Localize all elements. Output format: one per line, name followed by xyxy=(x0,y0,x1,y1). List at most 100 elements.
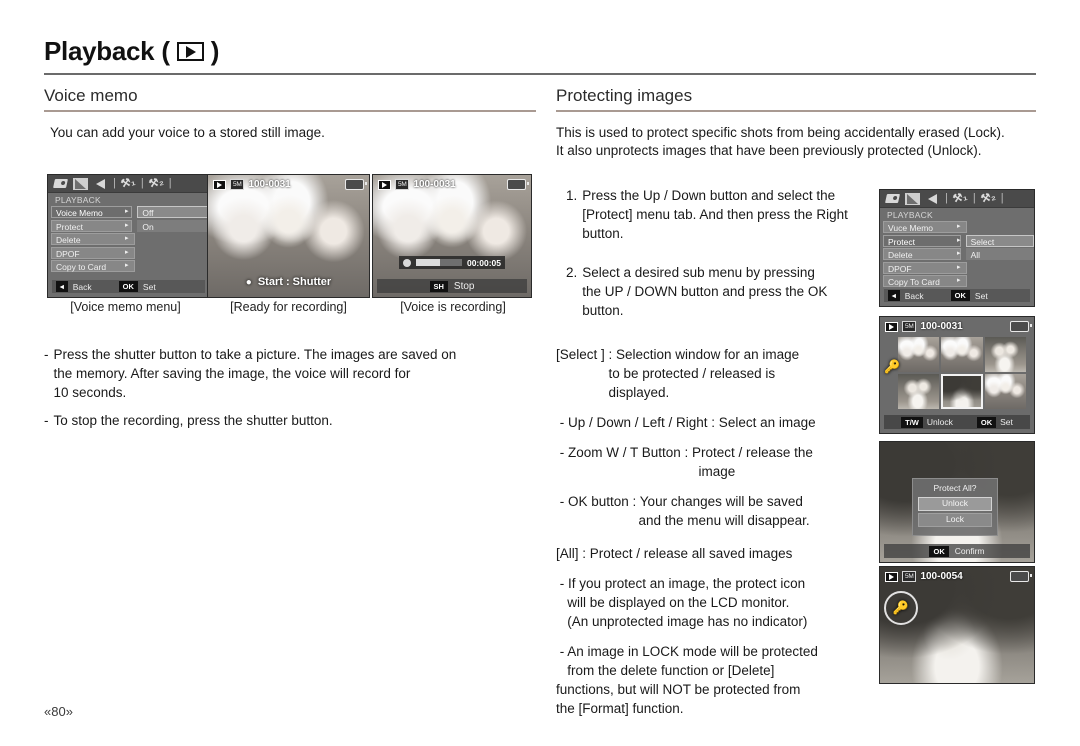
menu-item-protect[interactable]: Protect xyxy=(883,234,961,247)
thumbnail[interactable] xyxy=(984,337,1026,372)
thumbnail-grid[interactable] xyxy=(898,337,1026,409)
bullet-updownleftright: - Up / Down / Left / Right : Select an i… xyxy=(556,413,876,432)
battery-icon xyxy=(507,179,529,190)
battery-icon xyxy=(1010,571,1032,582)
speaker-icon[interactable] xyxy=(925,193,940,205)
ok-key-icon[interactable]: OK xyxy=(976,416,997,428)
ok-key-icon[interactable]: OK xyxy=(118,281,138,292)
menu-row[interactable]: DPOF ▸ xyxy=(883,261,1034,274)
menu-rows: Vuce Memo ▸ Protect ▸ Select Delete ▸ Al… xyxy=(880,221,1034,287)
playback-icon xyxy=(885,321,898,332)
camera-icon[interactable] xyxy=(53,178,68,190)
menu-row[interactable]: Protect ▸ Select xyxy=(883,234,1034,247)
step-text: Press the Up / Down button and select th… xyxy=(582,188,848,241)
menu-row[interactable]: Delete ▸ All xyxy=(883,248,1034,260)
osd-bottom-bar: T/W Unlock OK Set xyxy=(884,415,1030,429)
confirm-label: Confirm xyxy=(954,546,985,556)
thumbnail[interactable] xyxy=(941,337,983,372)
battery-icon xyxy=(345,179,367,190)
setup1-icon[interactable]: ⚒₁ xyxy=(952,191,969,206)
back-label: Back xyxy=(904,290,924,301)
submenu-option-off[interactable]: Off xyxy=(137,206,209,218)
ok-key-icon[interactable]: OK xyxy=(929,545,949,557)
thumbnail[interactable] xyxy=(898,374,940,409)
tab-separator-3: | xyxy=(168,177,172,189)
setup2-icon[interactable]: ⚒₂ xyxy=(980,191,997,206)
submenu-option-select[interactable]: Select xyxy=(965,234,1034,247)
menu-row[interactable]: Copy to Card ▸ xyxy=(51,260,209,272)
microphone-icon: ● xyxy=(245,276,252,288)
caption-row: [Voice memo menu] [Ready for recording] … xyxy=(44,300,536,314)
thumbnail[interactable] xyxy=(898,337,940,372)
bullet-ok-button: - OK button : Your changes will be saved… xyxy=(556,492,876,530)
menu-item-dpof[interactable]: DPOF xyxy=(51,246,135,259)
menu-item-copy-to-card[interactable]: Copy to Card xyxy=(51,260,135,272)
menu-row[interactable]: DPOF ▸ xyxy=(51,246,209,259)
submenu-option-all[interactable]: All xyxy=(965,248,1034,260)
tw-key-icon[interactable]: T/W xyxy=(901,416,923,428)
section-title-voice-memo: Voice memo xyxy=(44,86,138,105)
file-number: 100-0031 xyxy=(413,179,456,190)
dialog-option-unlock[interactable]: Unlock xyxy=(918,497,992,511)
bullet-line: - An image in LOCK mode will be protecte… xyxy=(556,644,818,659)
page-title: Playback ( ) xyxy=(44,36,1036,73)
bullet-line: and the menu will disappear. xyxy=(556,513,810,528)
menu-item-copy-to-card[interactable]: Copy To Card xyxy=(883,275,967,287)
key-lock-icon: 🔑 xyxy=(884,591,918,625)
dialog-option-lock[interactable]: Lock xyxy=(918,513,992,527)
ok-key-icon[interactable]: OK xyxy=(950,290,970,301)
battery-icon xyxy=(1010,321,1032,332)
voice-memo-intro: You can add your voice to a stored still… xyxy=(50,124,325,140)
bullet-protect-icon: - If you protect an image, the protect i… xyxy=(556,574,876,631)
playback-icon[interactable] xyxy=(905,192,920,205)
menu-row[interactable]: Vuce Memo ▸ xyxy=(883,221,1034,233)
menu-item-dpof[interactable]: DPOF xyxy=(883,261,967,274)
osd-hint-row: ● Start : Shutter xyxy=(208,276,369,288)
playback-icon[interactable] xyxy=(73,177,88,190)
bullet-line: [Select ] : Selection window for an imag… xyxy=(556,347,800,362)
menu-item-delete[interactable]: Delete xyxy=(51,233,135,245)
stop-label: Stop xyxy=(453,280,475,292)
thumbnail-selected[interactable] xyxy=(941,374,983,409)
playback-icon xyxy=(378,179,391,190)
bullet-line: from the delete function or [Delete] xyxy=(556,663,775,678)
bullet-all: [All] : Protect / release all saved imag… xyxy=(556,544,876,563)
bullet-lock-mode: - An image in LOCK mode will be protecte… xyxy=(556,642,876,718)
start-shutter-hint: Start : Shutter xyxy=(257,276,332,288)
shutter-key-icon[interactable]: SH xyxy=(429,280,448,292)
chevron-right-icon: ▸ xyxy=(125,248,129,256)
menu-row[interactable]: Delete ▸ xyxy=(51,233,209,245)
bullet-line: to be protected / released is xyxy=(556,366,776,381)
camera-icon[interactable] xyxy=(885,193,900,205)
lcd-select-window: 5M 100-0031 🔑 T/W Unlock OK Set xyxy=(879,316,1035,434)
menu-row[interactable]: Voice Memo ▸ Off xyxy=(51,206,209,218)
chevron-right-icon: ▸ xyxy=(125,221,129,229)
submenu-option-on[interactable]: On xyxy=(137,219,209,232)
back-key-icon[interactable]: ◂ xyxy=(888,290,900,301)
file-number: 100-0031 xyxy=(920,321,963,332)
tab-separator-2: | xyxy=(972,192,976,204)
menu-item-voice-memo[interactable]: Voice Memo xyxy=(51,206,133,218)
menu-row[interactable]: Copy To Card ▸ xyxy=(883,275,1034,287)
menu-item-protect[interactable]: Protect xyxy=(51,219,133,232)
thumbnail[interactable] xyxy=(984,374,1026,409)
protect-steps: 1. Press the Up / Down button and select… xyxy=(556,186,874,340)
page-number: «80» xyxy=(44,704,73,719)
unlock-label: Unlock xyxy=(926,417,953,427)
back-key-icon[interactable]: ◂ xyxy=(56,281,68,292)
bullet-line: - Up / Down / Left / Right : Select an i… xyxy=(556,415,816,430)
step-number: 2. xyxy=(566,265,578,280)
setup2-icon[interactable]: ⚒₂ xyxy=(148,176,165,191)
setup1-icon[interactable]: ⚒₁ xyxy=(120,176,137,191)
bullet-line: [All] : Protect / release all saved imag… xyxy=(556,546,793,561)
record-dot-icon xyxy=(403,258,411,267)
speaker-icon[interactable] xyxy=(93,178,108,190)
photo-thumbnail xyxy=(880,567,1034,683)
menu-bottom-bar: ◂ Back OK Set xyxy=(884,289,1030,302)
menu-item-delete[interactable]: Delete xyxy=(883,248,961,260)
menu-row[interactable]: Protect ▸ On xyxy=(51,219,209,232)
chevron-right-icon: ▸ xyxy=(957,236,961,244)
bullet-line: (An unprotected image has no indicator) xyxy=(556,614,808,629)
menu-item-voice-memo[interactable]: Vuce Memo xyxy=(883,221,967,233)
osd-top-bar: 5M 100-0054 xyxy=(885,571,1032,582)
